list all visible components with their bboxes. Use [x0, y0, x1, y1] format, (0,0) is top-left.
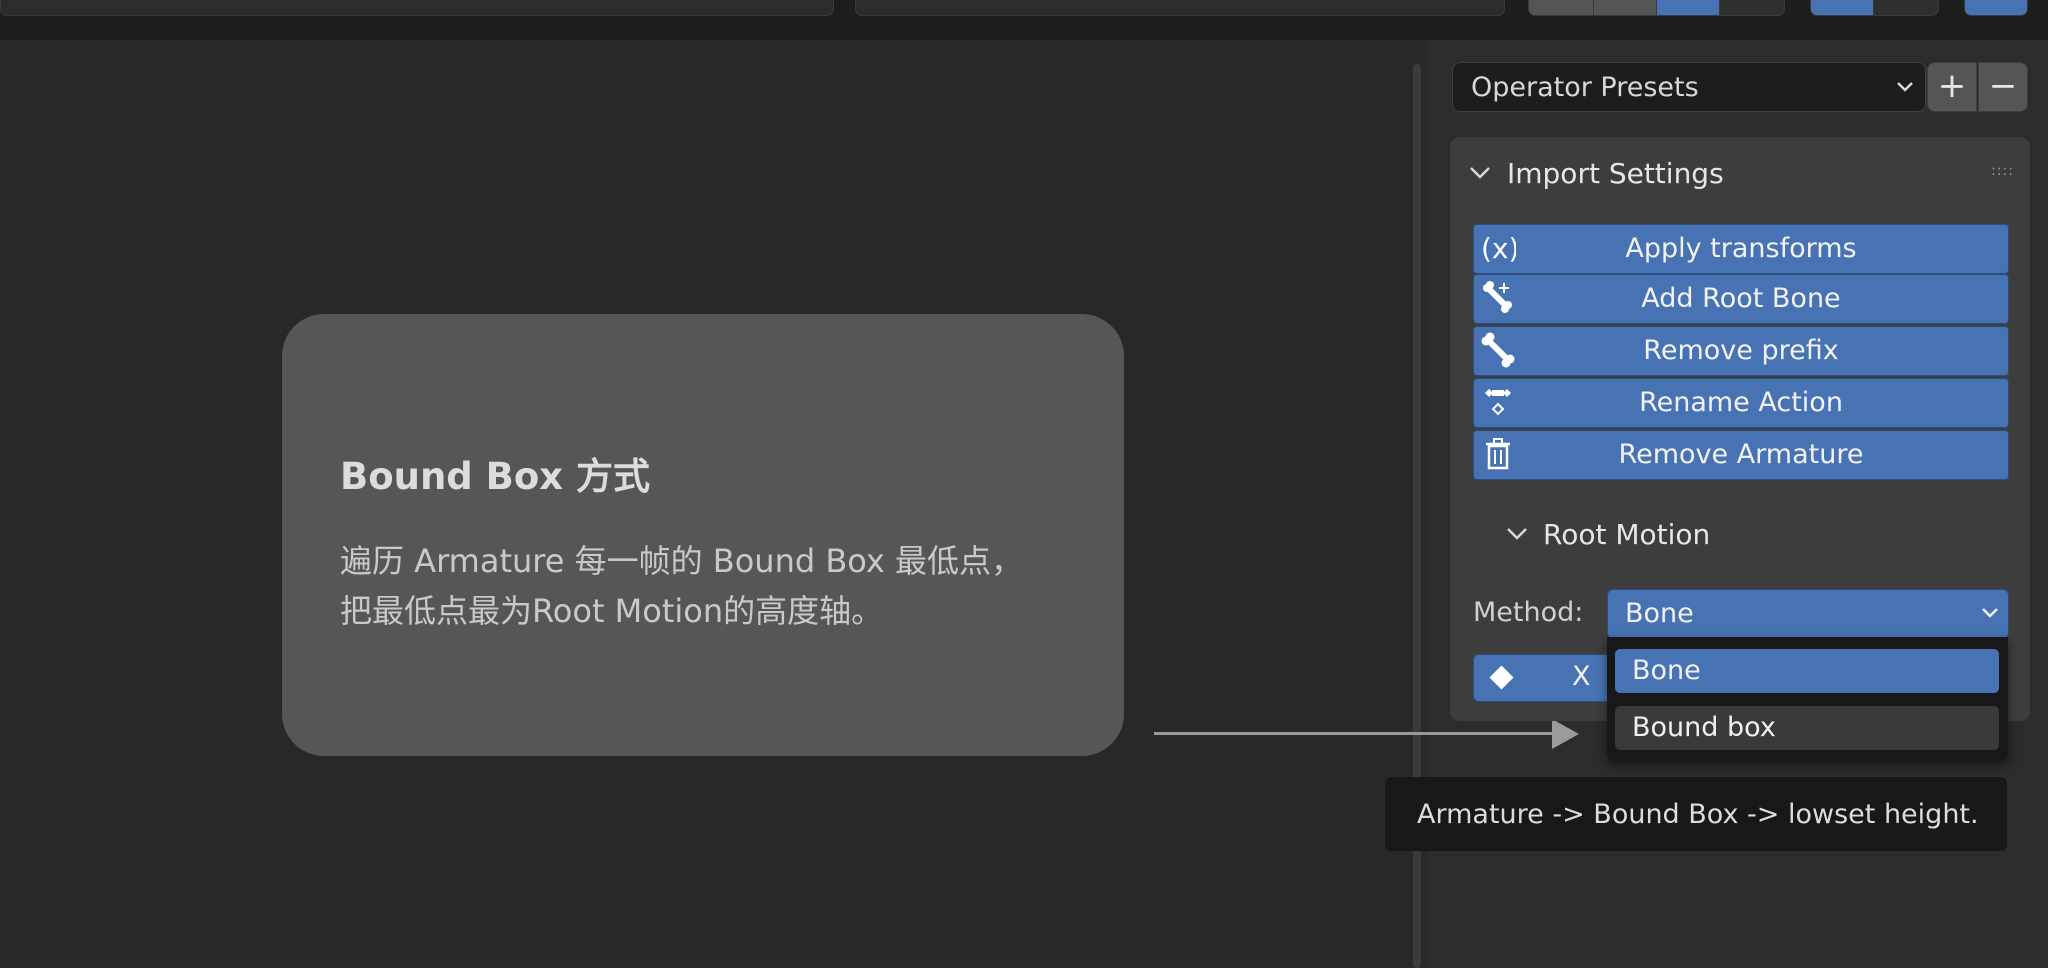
top-toggle-4[interactable] — [1719, 0, 1785, 16]
method-select[interactable]: Bone — [1607, 589, 2009, 639]
tooltip: Armature -> Bound Box -> lowset height. — [1385, 777, 2007, 851]
apply-transforms-label: Apply transforms — [1625, 233, 1857, 264]
annotation-card: Bound Box 方式 遍历 Armature 每一帧的 Bound Box … — [282, 314, 1124, 756]
root-motion-subpanel-title[interactable]: Root Motion — [1543, 518, 1710, 551]
add-preset-button[interactable]: + — [1927, 62, 1977, 112]
remove-prefix-button[interactable]: Remove prefix — [1473, 326, 2009, 376]
dropdown-option-bone[interactable]: Bone — [1615, 649, 1999, 693]
method-dropdown-menu: Bone Bound box — [1607, 637, 2008, 761]
top-toggle-6[interactable] — [1873, 0, 1939, 16]
top-search-field[interactable] — [855, 0, 1505, 16]
method-value: Bone — [1625, 598, 1694, 629]
annotation-arrow-head — [1552, 719, 1579, 749]
top-toggle-5[interactable] — [1810, 0, 1874, 16]
dropdown-option-label: Bone — [1632, 655, 1701, 686]
top-toggle-2[interactable] — [1593, 0, 1657, 16]
drag-grip-icon[interactable]: :::: — [1991, 163, 2014, 179]
top-toggle-7[interactable] — [1964, 0, 2028, 16]
keyframe-diamond-icon — [1489, 665, 1514, 690]
card-line-2: 把最低点最为Root Motion的高度轴。 — [340, 592, 884, 630]
card-line-1: 遍历 Armature 每一帧的 Bound Box 最低点， — [340, 542, 1023, 580]
dropdown-option-bound-box[interactable]: Bound box — [1615, 706, 1999, 750]
axis-x-label: X — [1572, 661, 1591, 692]
chevron-down-icon[interactable] — [1505, 521, 1529, 552]
rename-action-button[interactable]: Rename Action — [1473, 378, 2009, 428]
top-left-field[interactable] — [0, 0, 834, 16]
card-description: 遍历 Armature 每一帧的 Bound Box 最低点， 把最低点最为Ro… — [340, 536, 1100, 636]
chevron-down-icon — [1980, 600, 2000, 628]
dropdown-option-label: Bound box — [1632, 712, 1776, 743]
top-toggle-3[interactable] — [1656, 0, 1720, 16]
operator-presets-select[interactable]: Operator Presets — [1452, 62, 1926, 112]
annotation-arrow-line — [1154, 732, 1556, 735]
remove-armature-label: Remove Armature — [1618, 439, 1864, 470]
add-root-bone-button[interactable]: Add Root Bone — [1473, 274, 2009, 324]
remove-prefix-label: Remove prefix — [1643, 335, 1839, 366]
operator-presets-label: Operator Presets — [1471, 72, 1699, 103]
tooltip-text: Armature -> Bound Box -> lowset height. — [1417, 799, 1979, 830]
add-root-bone-label: Add Root Bone — [1641, 283, 1841, 314]
chevron-down-icon[interactable] — [1468, 160, 1492, 191]
card-title: Bound Box 方式 — [340, 455, 651, 498]
method-label: Method: — [1473, 597, 1584, 628]
panel-title[interactable]: Import Settings — [1507, 157, 1724, 190]
apply-transforms-button[interactable]: (x) Apply transforms — [1473, 224, 2009, 274]
remove-preset-button[interactable]: − — [1978, 62, 2028, 112]
rename-action-label: Rename Action — [1639, 387, 1843, 418]
top-header-bar — [0, 0, 2048, 40]
chevron-down-icon — [1895, 74, 1915, 102]
top-toggle-1[interactable] — [1528, 0, 1594, 16]
remove-armature-button[interactable]: Remove Armature — [1473, 430, 2009, 480]
